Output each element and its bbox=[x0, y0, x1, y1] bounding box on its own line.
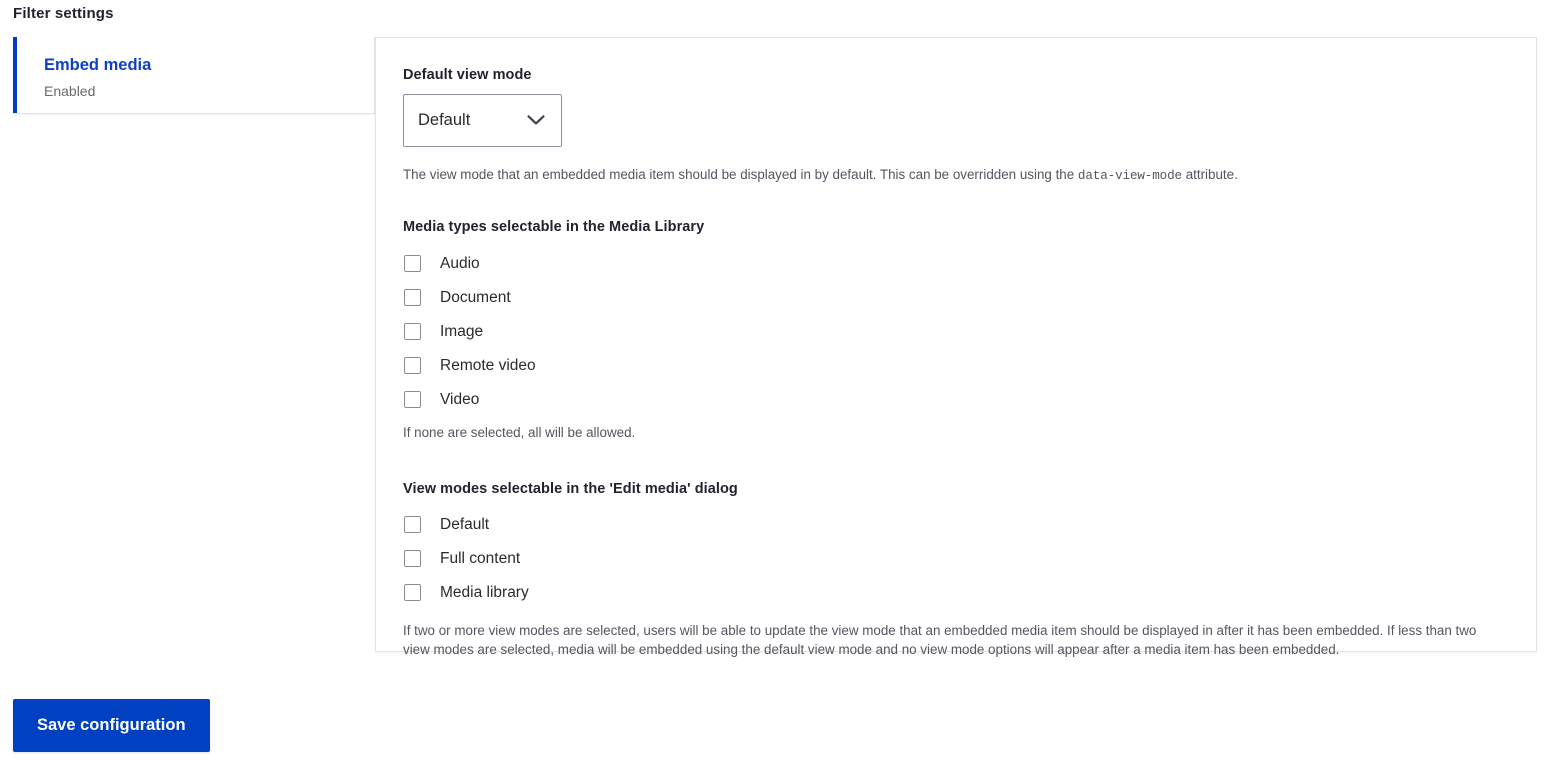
save-configuration-button[interactable]: Save configuration bbox=[13, 699, 210, 752]
data-view-mode-code: data-view-mode bbox=[1077, 169, 1182, 183]
checkbox-remote-video-label[interactable]: Remote video bbox=[440, 357, 536, 374]
checkbox-document[interactable] bbox=[404, 288, 421, 306]
vertical-tabs-panel: Embed media Enabled bbox=[13, 37, 375, 114]
checkbox-document-label[interactable]: Document bbox=[440, 289, 511, 306]
tab-embed-media[interactable]: Embed media Enabled bbox=[13, 37, 374, 113]
checkbox-view-full-content[interactable] bbox=[404, 550, 421, 568]
checkbox-image-label[interactable]: Image bbox=[440, 323, 483, 340]
default-view-mode-label: Default view mode bbox=[403, 67, 532, 83]
filter-settings-page: Filter settings Embed media Enabled Defa… bbox=[0, 0, 1547, 766]
checkbox-row-video[interactable]: Video bbox=[403, 382, 1510, 416]
checkbox-video-label[interactable]: Video bbox=[440, 391, 479, 408]
checkbox-view-media-library[interactable] bbox=[404, 584, 421, 602]
checkbox-row-image[interactable]: Image bbox=[403, 314, 1510, 348]
checkbox-audio-label[interactable]: Audio bbox=[440, 255, 480, 272]
checkbox-audio[interactable] bbox=[404, 254, 421, 272]
description-text-before: The view mode that an embedded media ite… bbox=[403, 167, 1078, 182]
media-types-field: Media types selectable in the Media Libr… bbox=[403, 219, 1510, 442]
checkbox-view-default[interactable] bbox=[404, 516, 421, 534]
checkbox-row-view-full-content[interactable]: Full content bbox=[403, 542, 1510, 576]
checkbox-row-audio[interactable]: Audio bbox=[403, 246, 1510, 280]
media-types-hint: If none are selected, all will be allowe… bbox=[403, 425, 636, 441]
checkbox-view-full-content-label[interactable]: Full content bbox=[440, 551, 520, 567]
description-text-after: attribute. bbox=[1181, 167, 1238, 182]
settings-content-card: Default view mode Default The view mode … bbox=[375, 37, 1537, 657]
checkbox-row-remote-video[interactable]: Remote video bbox=[403, 348, 1510, 382]
checkbox-row-view-default[interactable]: Default bbox=[403, 508, 1510, 542]
tab-embed-media-label[interactable]: Embed media bbox=[44, 56, 374, 76]
view-modes-field: View modes selectable in the 'Edit media… bbox=[403, 481, 1510, 660]
checkbox-image[interactable] bbox=[404, 322, 421, 340]
checkbox-view-default-label[interactable]: Default bbox=[440, 517, 489, 533]
default-view-mode-description: The view mode that an embedded media ite… bbox=[403, 165, 1508, 185]
default-view-mode-select[interactable]: Default bbox=[403, 94, 562, 147]
view-modes-label: View modes selectable in the 'Edit media… bbox=[403, 480, 738, 497]
checkbox-view-media-library-label[interactable]: Media library bbox=[440, 585, 529, 601]
media-types-label: Media types selectable in the Media Libr… bbox=[403, 219, 705, 236]
page-title: Filter settings bbox=[13, 5, 114, 22]
default-view-mode-field: Default view mode Default The view mode … bbox=[403, 67, 1510, 185]
checkbox-remote-video[interactable] bbox=[404, 356, 421, 374]
view-modes-hint: If two or more view modes are selected, … bbox=[403, 622, 1477, 658]
tab-embed-media-status: Enabled bbox=[44, 82, 96, 99]
checkbox-video[interactable] bbox=[404, 390, 421, 408]
checkbox-row-document[interactable]: Document bbox=[403, 280, 1510, 314]
checkbox-row-view-media-library[interactable]: Media library bbox=[403, 576, 1510, 610]
default-view-mode-select-wrapper: Default bbox=[403, 94, 562, 147]
